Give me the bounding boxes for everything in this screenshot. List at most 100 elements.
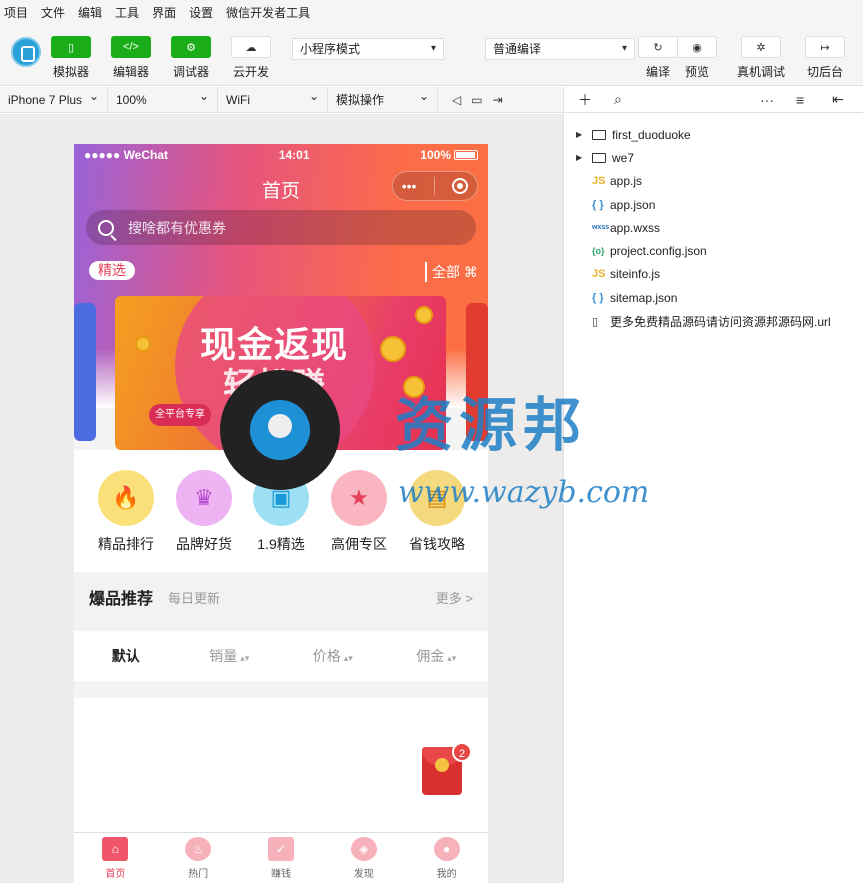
split-icon[interactable]: ⇥	[493, 93, 503, 107]
hot-section-header: 爆品推荐 每日更新 更多 >	[74, 580, 488, 630]
toolbar: ▯ 模拟器 </> 编辑器 ⚙ 调试器 ☁ 云开发 小程序模式 普通编译 ↻ 编…	[0, 24, 863, 86]
menu-file[interactable]: 文件	[41, 4, 65, 21]
more-icon[interactable]: ···	[760, 92, 774, 108]
menu-edit[interactable]: 编辑	[78, 4, 102, 21]
category-label: 高佣专区	[331, 536, 387, 552]
menu-project[interactable]: 项目	[4, 4, 28, 21]
compile-mode-select[interactable]: 普通编译	[485, 38, 635, 60]
capsule-divider	[433, 177, 435, 195]
tree-item-label: 更多免费精品源码请访问资源邦源码网.url	[610, 314, 831, 329]
split-icon[interactable]: ⇤	[832, 91, 844, 108]
tree-file[interactable]: {o} project.config.json	[564, 239, 863, 262]
avatar[interactable]	[11, 37, 41, 67]
sort-price[interactable]: 价格 ▴▾	[281, 631, 385, 681]
file-icon: ▯	[592, 315, 599, 328]
remote-debug-button[interactable]: ✲ 真机调试	[737, 36, 785, 80]
menu-tools[interactable]: 工具	[115, 4, 139, 21]
tab-home[interactable]: ⌂ 首页	[74, 833, 157, 883]
tree-file[interactable]: JS siteinfo.js	[564, 263, 863, 286]
simulator-toolbar: iPhone 7 Plus 100% WiFi 模拟操作 ◁ ▭ ⇥	[0, 83, 563, 113]
category-item[interactable]: ♛ 品牌好货	[164, 470, 244, 554]
phone-icon: ▯	[51, 36, 91, 58]
volume-icon[interactable]: ◁	[452, 93, 461, 107]
sort-default[interactable]: 默认	[74, 631, 178, 681]
collapse-icon[interactable]: ≡	[796, 92, 804, 108]
section-title: 爆品推荐	[89, 591, 154, 608]
red-packet-button[interactable]: 2	[422, 742, 472, 795]
more-link[interactable]: 更多 >	[436, 588, 473, 607]
search-icon[interactable]: ⌕	[614, 91, 622, 108]
cloud-button[interactable]: ☁ 云开发	[231, 36, 271, 80]
banner-badge: 全平台专享	[149, 404, 211, 426]
earn-icon: ✓	[267, 837, 294, 861]
compile-button[interactable]: ↻ 编译	[638, 36, 678, 80]
background-button[interactable]: ↦ 切后台	[805, 36, 845, 80]
close-icon[interactable]	[452, 178, 469, 194]
grid-icon: ⌘	[463, 264, 478, 280]
phone-screen: ●●●●● WeChat 14:01 100% 首页 ••• 搜啥都有优惠券 精…	[74, 144, 488, 883]
menu-devtools[interactable]: 微信开发者工具	[226, 4, 310, 21]
simulator-area: ●●●●● WeChat 14:01 100% 首页 ••• 搜啥都有优惠券 精…	[0, 114, 563, 883]
tree-folder[interactable]: ▶ first_duoduoke	[564, 123, 863, 146]
carrier-text: ●●●●● WeChat	[84, 148, 169, 162]
category-item[interactable]: ▤ 省钱攻略	[397, 470, 477, 554]
category-row: 🔥 精品排行 ♛ 品牌好货 ▣ 1.9精选 ★ 高佣专区 ▤ 省钱攻略	[74, 450, 488, 572]
background-label: 切后台	[806, 65, 843, 79]
more-icon[interactable]: •••	[402, 178, 417, 194]
sort-arrow-icon: ▴▾	[240, 653, 250, 663]
file-explorer: ＋ ⌕ ··· ≡ ⇤ ▶ first_duoduoke ▶ we7 JS ap…	[563, 87, 863, 883]
coin-icon	[415, 306, 433, 324]
all-categories-link[interactable]: 全部 ⌘	[425, 262, 478, 282]
coin-icon	[435, 758, 449, 772]
sort-sales[interactable]: 销量 ▴▾	[178, 631, 282, 681]
device-select[interactable]: iPhone 7 Plus	[0, 83, 108, 113]
preview-button[interactable]: ◉ 预览	[677, 36, 717, 80]
banner-prev[interactable]	[74, 303, 96, 441]
simulator-label: 模拟器	[52, 65, 89, 79]
search-input[interactable]: 搜啥都有优惠券	[86, 210, 476, 245]
search-icon	[98, 219, 114, 236]
tab-featured[interactable]: 精选	[89, 261, 135, 280]
tree-file[interactable]: ▯ 更多免费精品源码请访问资源邦源码网.url	[564, 309, 863, 332]
tab-earn[interactable]: ✓ 赚钱	[240, 833, 323, 883]
sort-commission[interactable]: 佣金 ▴▾	[385, 631, 489, 681]
shirt-icon: ▣	[253, 470, 309, 526]
tab-mine[interactable]: ● 我的	[405, 833, 488, 883]
tree-file[interactable]: { } app.json	[564, 193, 863, 216]
tab-label: 赚钱	[270, 869, 291, 880]
category-item[interactable]: ▣ 1.9精选	[241, 470, 321, 554]
editor-label: 编辑器	[112, 65, 149, 79]
debugger-button[interactable]: ⚙ 调试器	[171, 36, 211, 80]
tree-file[interactable]: JS app.js	[564, 170, 863, 193]
crown-icon: ♛	[176, 470, 232, 526]
tab-bar: ⌂ 首页 ♨ 热门 ✓ 赚钱 ◈ 发现 ● 我的	[74, 832, 488, 883]
tree-file[interactable]: wxss app.wxss	[564, 216, 863, 239]
category-label: 精品排行	[98, 536, 154, 552]
preview-label: 预览	[684, 65, 709, 79]
tree-file[interactable]: { } sitemap.json	[564, 286, 863, 309]
operation-select[interactable]: 模拟操作	[328, 83, 438, 113]
category-item[interactable]: ★ 高佣专区	[319, 470, 399, 554]
capsule-menu[interactable]: •••	[392, 171, 478, 201]
network-select[interactable]: WiFi	[218, 83, 328, 113]
category-label: 1.9精选	[257, 536, 305, 552]
tree-folder[interactable]: ▶ we7	[564, 146, 863, 169]
tab-discover[interactable]: ◈ 发现	[322, 833, 405, 883]
mode-select[interactable]: 小程序模式	[292, 38, 444, 60]
sort-arrow-icon: ▴▾	[343, 653, 353, 663]
banner[interactable]: 现金返现 轻松赚 全平台专享	[115, 296, 446, 450]
tab-hot[interactable]: ♨ 热门	[157, 833, 240, 883]
compass-icon: ◈	[350, 837, 377, 861]
window-icon[interactable]: ▭	[471, 93, 482, 107]
menu-settings[interactable]: 设置	[189, 4, 213, 21]
bug-icon: ✲	[741, 36, 781, 58]
menu-view[interactable]: 界面	[152, 4, 176, 21]
category-item[interactable]: 🔥 精品排行	[86, 470, 166, 554]
add-icon[interactable]: ＋	[578, 90, 592, 110]
editor-button[interactable]: </> 编辑器	[111, 36, 151, 80]
user-icon: ●	[433, 837, 460, 861]
zoom-select[interactable]: 100%	[108, 83, 218, 113]
banner-next[interactable]	[466, 303, 488, 441]
simulator-button[interactable]: ▯ 模拟器	[51, 36, 91, 80]
sort-bar: 默认 销量 ▴▾ 价格 ▴▾ 佣金 ▴▾	[74, 631, 488, 681]
